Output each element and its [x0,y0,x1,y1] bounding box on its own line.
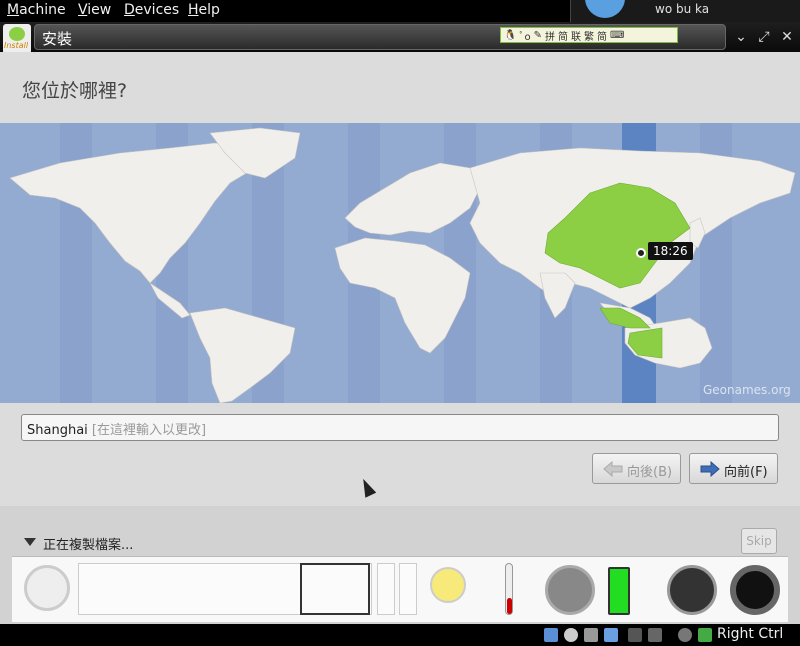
keyboard-icon[interactable]: ⌨ [610,30,624,41]
back-button[interactable]: 向後(B) [592,453,681,484]
ime-mode-icon[interactable]: ﾟo [519,28,530,43]
maximize-icon[interactable]: ⤢ [755,29,773,45]
forward-button[interactable]: 向前(F) [689,453,778,484]
guest-screen: Install 安裝 🐧 ﾟo ✎ 拼 简 联 繁 简 ⌨ ⌄ ⤢ ✕ 您位於哪… [0,22,800,624]
display-icon[interactable] [648,628,662,642]
active-slide-thumbnail [300,563,370,615]
usb-icon[interactable] [584,628,598,642]
page-title: 您位於哪裡? [22,80,128,102]
menu-machine[interactable]: Machine [7,2,66,18]
host-statusbar: Right Ctrl [0,624,800,646]
lightbulb-icon [430,567,466,603]
forward-button-label: 向前(F) [724,465,768,480]
no-entry-icon [24,565,70,611]
map-attribution[interactable]: Geonames.org [703,383,791,397]
right-arrow-icon [700,461,720,477]
window-titlebar: Install 安裝 🐧 ﾟo ✎ 拼 简 联 繁 简 ⌨ ⌄ ⤢ ✕ [0,22,800,54]
question-area: 您位於哪裡? [0,52,800,123]
ime-toolbar[interactable]: 🐧 ﾟo ✎ 拼 简 联 繁 简 ⌨ [500,27,678,43]
chat-bubble-icon [585,0,625,18]
skip-button[interactable]: Skip [741,528,777,554]
window-title: 安裝 [42,30,73,48]
gauge-icon [545,565,595,615]
ime-pen-icon[interactable]: ✎ [534,30,542,41]
world-map-graphic [0,123,800,403]
capture-icon[interactable] [678,628,692,642]
expander-triangle-icon[interactable] [24,538,36,546]
minimize-chevron-icon[interactable]: ⌄ [732,29,750,45]
host-key-label: Right Ctrl [717,626,784,642]
tux-icon[interactable]: 🐧 [504,30,516,41]
timezone-time-label: 18:26 [648,242,693,260]
ime-item-4[interactable]: 繁 [584,28,594,43]
back-button-label: 向後(B) [627,465,673,480]
close-icon[interactable]: ✕ [778,29,796,45]
clock-icon [667,565,717,615]
installer-icon: Install [3,24,31,54]
slide-divider [399,563,417,615]
shared-folder-icon[interactable] [628,628,642,642]
thermometer-icon [505,563,513,615]
ime-item-3[interactable]: 联 [571,28,581,43]
notification-text: wo bu ka [655,2,710,16]
progress-area: 正在複製檔案... Skip [0,506,800,624]
battery-icon [608,567,630,615]
city-placeholder: [在這裡輸入以更改] [91,423,207,438]
progress-label: 正在複製檔案... [43,538,134,553]
ime-item-5[interactable]: 简 [597,28,607,43]
cd-icon[interactable] [564,628,578,642]
location-pin-icon[interactable] [636,248,646,258]
city-input[interactable]: Shanghai [在這裡輸入以更改] [21,414,779,441]
slideshow-strip [12,556,788,622]
city-value: Shanghai [27,423,88,438]
mouse-integration-icon[interactable] [698,628,712,642]
network-icon[interactable] [604,628,618,642]
ime-item-2[interactable]: 简 [558,28,568,43]
menu-help[interactable]: Help [188,2,220,18]
timezone-map[interactable]: 18:26 Geonames.org [0,123,800,403]
slide-divider [377,563,395,615]
menu-view[interactable]: View [78,2,111,18]
left-arrow-icon [603,461,623,477]
menu-devices[interactable]: Devices [124,2,179,18]
ime-item-1[interactable]: 拼 [545,28,555,43]
hdd-icon[interactable] [544,628,558,642]
speaker-icon [730,565,780,615]
